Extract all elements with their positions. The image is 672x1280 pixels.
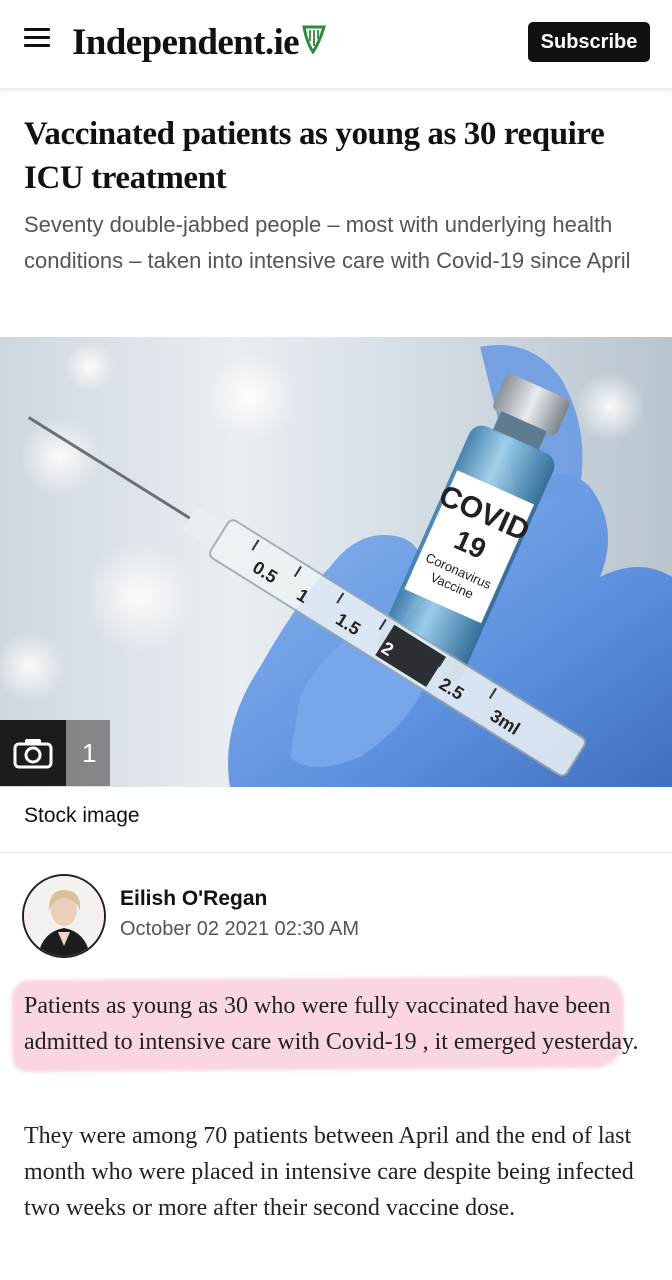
site-header: Independent.ie Subscribe — [0, 0, 672, 90]
camera-icon — [0, 720, 66, 786]
article-paragraph: They were among 70 patients between Apri… — [24, 1123, 634, 1221]
image-caption: Stock image — [24, 804, 140, 827]
hamburger-menu-icon[interactable] — [24, 28, 50, 50]
author-avatar[interactable] — [22, 874, 106, 958]
gallery-button[interactable]: 1 — [0, 720, 111, 786]
site-logo[interactable]: Independent.ie — [72, 14, 327, 70]
harp-icon — [302, 25, 327, 54]
divider — [0, 852, 672, 853]
subscribe-button[interactable]: Subscribe — [528, 22, 650, 62]
article-standfirst: Seventy double-jabbed people – most with… — [24, 212, 631, 273]
author-name[interactable]: Eilish O'Regan — [120, 887, 267, 911]
publish-date: October 02 2021 02:30 AM — [120, 918, 360, 940]
article-paragraph: Patients as young as 30 who were fully v… — [24, 993, 639, 1055]
brand-name: Independent.ie — [72, 21, 300, 63]
gallery-count: 1 — [66, 720, 111, 786]
article-headline: Vaccinated patients as young as 30 requi… — [24, 116, 605, 196]
